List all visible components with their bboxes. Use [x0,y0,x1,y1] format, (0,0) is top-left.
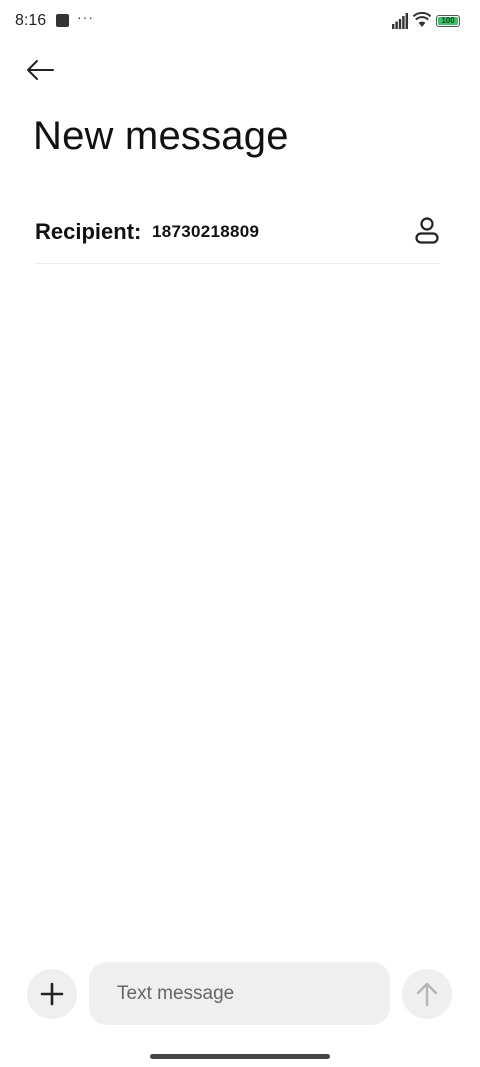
wifi-icon [413,12,431,27]
recipient-input[interactable]: 18730218809 [152,222,259,242]
recipient-row[interactable]: Recipient: 18730218809 [35,202,440,264]
back-button[interactable] [20,50,60,90]
status-bar: 8:16 ··· 100 [0,0,480,42]
battery-level: 100 [441,16,455,25]
message-input[interactable] [117,982,367,1005]
page-title: New message [33,114,289,158]
battery-icon: 100 [436,15,460,27]
recipient-label: Recipient: [35,219,142,244]
arrow-up-icon [416,982,438,1007]
message-field[interactable] [89,962,390,1025]
send-button[interactable] [402,969,452,1019]
signal-icon [392,13,408,29]
person-icon[interactable] [413,216,441,246]
home-indicator[interactable] [150,1054,330,1059]
plus-icon [40,982,64,1006]
arrow-left-icon [27,60,54,80]
add-attachment-button[interactable] [27,969,77,1019]
status-time: 8:16 [15,12,47,29]
app-square-icon [56,14,69,27]
more-notifications-icon: ··· [77,9,94,25]
